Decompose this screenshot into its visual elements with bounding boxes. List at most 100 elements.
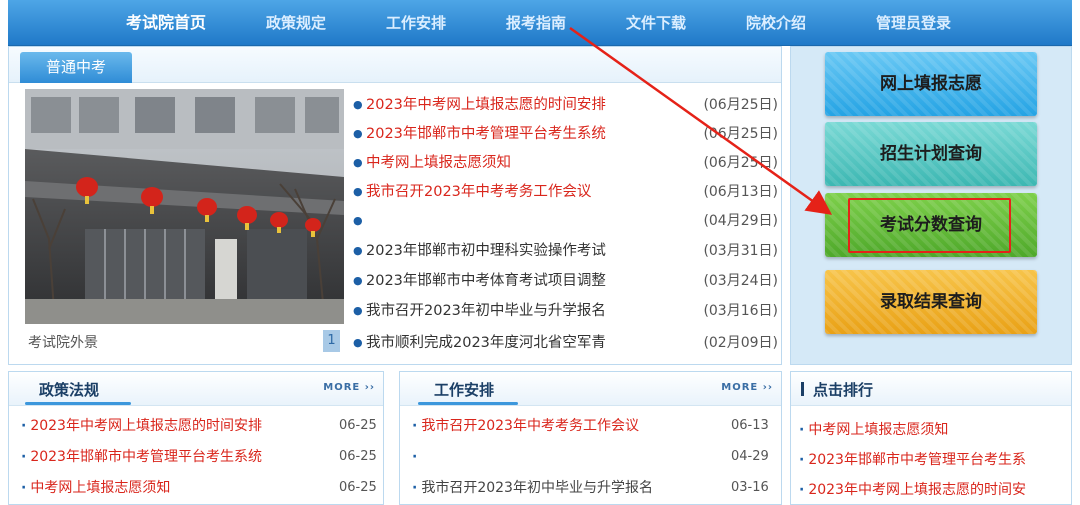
- bullet-icon: ·: [799, 452, 805, 468]
- nav-colleges[interactable]: 院校介绍: [746, 0, 806, 46]
- list-title[interactable]: 2023年中考网上填报志愿的时间安: [808, 482, 1026, 498]
- news-date: (03月31日): [703, 243, 778, 259]
- nav-download[interactable]: 文件下载: [626, 0, 686, 46]
- admission-result-button[interactable]: 录取结果查询: [825, 270, 1037, 334]
- list-item[interactable]: ·: [412, 445, 421, 469]
- ranking-title: 点击排行: [813, 381, 874, 399]
- list-item[interactable]: · 2023年邯郸市中考管理平台考生系: [799, 448, 1026, 472]
- news-item[interactable]: ● 我市顺利完成2023年度河北省空军青 (02月09日): [353, 329, 778, 357]
- news-item[interactable]: ● 2023年中考网上填报志愿的时间安排 (06月25日): [353, 91, 778, 119]
- list-date: 04-29: [731, 449, 769, 464]
- online-application-button[interactable]: 网上填报志愿: [825, 52, 1037, 116]
- building-illustration: [25, 89, 344, 324]
- news-item[interactable]: ● 我市召开2023年中考考务工作会议 (06月13日): [353, 178, 778, 206]
- news-title[interactable]: 2023年邯郸市中考管理平台考生系统: [366, 120, 606, 148]
- work-title: 工作安排: [434, 381, 495, 399]
- title-underline: [25, 402, 131, 405]
- title-underline: [418, 402, 518, 405]
- nav-guide[interactable]: 报考指南: [506, 0, 566, 46]
- list-item[interactable]: · 2023年中考网上填报志愿的时间安: [799, 478, 1026, 502]
- ranking-header: 点击排行: [791, 372, 1071, 406]
- news-item[interactable]: ● (04月29日): [353, 207, 778, 235]
- work-header: 工作安排 MORE ››: [400, 372, 781, 406]
- list-item[interactable]: · 中考网上填报志愿须知: [21, 476, 170, 500]
- news-title[interactable]: 2023年邯郸市中考体育考试项目调整: [366, 267, 606, 295]
- list-title[interactable]: 2023年邯郸市中考管理平台考生系统: [30, 449, 262, 465]
- bullet-icon: ●: [353, 336, 363, 349]
- slide-page-number[interactable]: 1: [323, 330, 340, 352]
- bullet-icon: ●: [353, 304, 363, 317]
- news-title[interactable]: 我市顺利完成2023年度河北省空军青: [366, 329, 606, 357]
- list-date: 03-16: [731, 480, 769, 495]
- bullet-icon: ·: [412, 418, 418, 434]
- bullet-icon: ●: [353, 98, 363, 111]
- list-title[interactable]: 2023年中考网上填报志愿的时间安排: [30, 418, 262, 434]
- bullet-icon: ·: [412, 449, 418, 465]
- nav-policy[interactable]: 政策规定: [266, 0, 326, 46]
- bullet-icon: ·: [412, 480, 418, 496]
- work-more-link[interactable]: MORE ››: [721, 382, 773, 393]
- bullet-icon: ●: [353, 244, 363, 257]
- bullet-icon: ●: [353, 127, 363, 140]
- bullet-icon: ●: [353, 214, 363, 227]
- policy-title: 政策法规: [39, 381, 100, 399]
- enrollment-plan-button[interactable]: 招生计划查询: [825, 122, 1037, 186]
- news-title[interactable]: 2023年中考网上填报志愿的时间安排: [366, 91, 606, 119]
- list-title[interactable]: 中考网上填报志愿须知: [808, 422, 948, 438]
- policy-box: 政策法规 MORE ›› · 2023年中考网上填报志愿的时间安排 06-25 ·…: [8, 371, 384, 505]
- news-date: (06月25日): [703, 97, 778, 113]
- score-query-button[interactable]: 考试分数查询: [825, 193, 1037, 257]
- news-item[interactable]: ● 2023年邯郸市初中理科实验操作考试 (03月31日): [353, 237, 778, 265]
- list-title[interactable]: 中考网上填报志愿须知: [30, 480, 170, 496]
- top-nav: 考试院首页 政策规定 工作安排 报考指南 文件下载 院校介绍 管理员登录: [8, 0, 1072, 46]
- news-title[interactable]: 我市召开2023年中考考务工作会议: [366, 178, 591, 206]
- tab-strip: 普通中考: [9, 47, 781, 83]
- list-title[interactable]: 我市召开2023年初中毕业与升学报名: [421, 480, 653, 496]
- bullet-icon: ·: [21, 418, 27, 434]
- news-item[interactable]: ● 2023年邯郸市中考管理平台考生系统 (06月25日): [353, 120, 778, 148]
- list-item[interactable]: · 我市召开2023年中考考务工作会议: [412, 414, 639, 438]
- news-date: (06月13日): [703, 184, 778, 200]
- news-title[interactable]: 中考网上填报志愿须知: [366, 149, 511, 177]
- policy-more-link[interactable]: MORE ››: [323, 382, 375, 393]
- news-title[interactable]: 我市召开2023年初中毕业与升学报名: [366, 297, 606, 325]
- list-title[interactable]: 2023年邯郸市中考管理平台考生系: [808, 452, 1026, 468]
- bullet-icon: ·: [799, 422, 805, 438]
- ranking-box: 点击排行 · 中考网上填报志愿须知 · 2023年邯郸市中考管理平台考生系 · 202…: [790, 371, 1072, 505]
- bullet-icon: ·: [21, 449, 27, 465]
- news-date: (04月29日): [703, 213, 778, 229]
- nav-admin-login[interactable]: 管理员登录: [876, 0, 951, 46]
- bullet-icon: ·: [799, 482, 805, 498]
- list-title[interactable]: 我市召开2023年中考考务工作会议: [421, 418, 639, 434]
- news-date: (06月25日): [703, 155, 778, 171]
- quick-links-panel: 网上填报志愿 招生计划查询 考试分数查询 录取结果查询: [790, 46, 1072, 365]
- list-item[interactable]: · 我市召开2023年初中毕业与升学报名: [412, 476, 653, 500]
- list-item[interactable]: · 中考网上填报志愿须知: [799, 418, 948, 442]
- news-item[interactable]: ● 我市召开2023年初中毕业与升学报名 (03月16日): [353, 297, 778, 325]
- news-date: (02月09日): [703, 335, 778, 351]
- bullet-icon: ·: [21, 480, 27, 496]
- list-item[interactable]: · 2023年中考网上填报志愿的时间安排: [21, 414, 262, 438]
- list-date: 06-25: [339, 480, 377, 495]
- news-date: (03月16日): [703, 303, 778, 319]
- list-date: 06-13: [731, 418, 769, 433]
- tab-general-exam[interactable]: 普通中考: [20, 52, 132, 83]
- title-marker-icon: [801, 382, 804, 396]
- main-news-panel: 普通中考 考试院外景 1 ● 2023年中考网上填报志愿的时间安排 (06月25…: [8, 46, 782, 365]
- photo-caption: 考试院外景: [28, 335, 98, 351]
- news-title[interactable]: 2023年邯郸市初中理科实验操作考试: [366, 237, 606, 265]
- building-photo[interactable]: [25, 89, 344, 324]
- list-item[interactable]: · 2023年邯郸市中考管理平台考生系统: [21, 445, 262, 469]
- list-date: 06-25: [339, 449, 377, 464]
- bullet-icon: ●: [353, 274, 363, 287]
- bullet-icon: ●: [353, 156, 363, 169]
- list-date: 06-25: [339, 418, 377, 433]
- bullet-icon: ●: [353, 185, 363, 198]
- nav-work[interactable]: 工作安排: [386, 0, 446, 46]
- news-item[interactable]: ● 2023年邯郸市中考体育考试项目调整 (03月24日): [353, 267, 778, 295]
- news-date: (03月24日): [703, 273, 778, 289]
- news-item[interactable]: ● 中考网上填报志愿须知 (06月25日): [353, 149, 778, 177]
- policy-header: 政策法规 MORE ››: [9, 372, 383, 406]
- nav-home[interactable]: 考试院首页: [126, 0, 206, 46]
- photo-caption-bar: 考试院外景 1: [25, 326, 344, 358]
